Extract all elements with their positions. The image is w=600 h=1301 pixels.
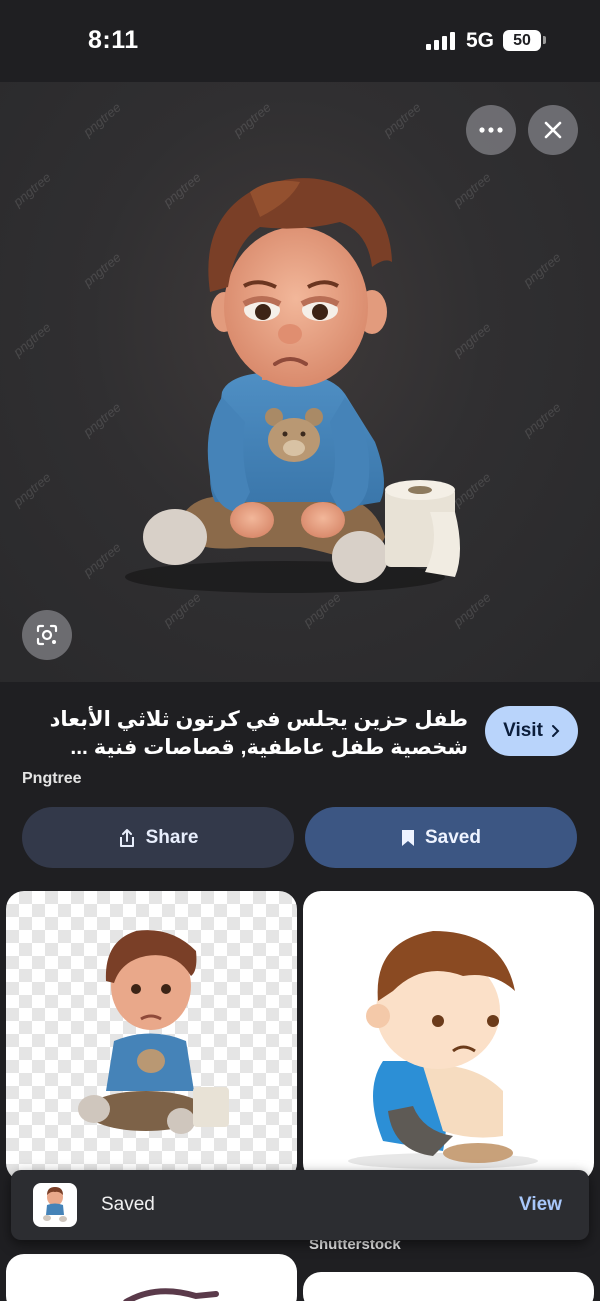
bookmark-filled-icon	[402, 829, 414, 846]
signal-icon	[426, 32, 456, 50]
result-info: طفل حزين يجلس في كرتون ثلاثي الأبعاد شخص…	[0, 682, 600, 892]
visit-button-label: Visit	[503, 720, 543, 741]
google-lens-icon	[36, 624, 58, 646]
status-time: 8:11	[88, 26, 139, 54]
close-icon	[544, 121, 562, 139]
visit-button[interactable]: Visit	[485, 706, 578, 756]
close-button[interactable]	[528, 105, 578, 155]
snackbar-label: Saved	[101, 1194, 155, 1215]
sad-boy-illustration	[125, 178, 460, 593]
related-image-3[interactable]	[6, 1254, 297, 1301]
saved-button-label: Saved	[425, 826, 481, 848]
sad-boy-transparent-thumbnail	[78, 930, 229, 1134]
share-button-label: Share	[145, 826, 199, 848]
network-type: 5G	[466, 29, 495, 52]
saved-button[interactable]: Saved	[305, 807, 577, 868]
battery-icon: 50	[503, 30, 541, 51]
result-title[interactable]: طفل حزين يجلس في كرتون ثلاثي الأبعاد شخص…	[22, 706, 468, 762]
more-horizontal-icon	[479, 127, 503, 133]
sad-boy-mini-thumbnail	[43, 1187, 67, 1222]
saved-snackbar: Saved View	[11, 1170, 589, 1240]
chevron-right-icon	[551, 725, 560, 737]
snackbar-thumbnail	[33, 1183, 77, 1227]
hero-image[interactable]: pngtree pngtree pngtree pngtree pngtree …	[0, 82, 600, 682]
related-image-3-preview	[123, 1288, 219, 1301]
share-button[interactable]: Share	[22, 807, 294, 868]
sad-boy-cartoon-thumbnail	[348, 931, 538, 1169]
more-options-button[interactable]	[466, 105, 516, 155]
snackbar-view-button[interactable]: View	[519, 1194, 562, 1216]
result-source[interactable]: Pngtree	[22, 770, 82, 788]
status-bar: 8:11 5G 50	[0, 0, 600, 82]
related-image-4[interactable]	[303, 1272, 594, 1301]
google-lens-button[interactable]	[22, 610, 72, 660]
share-icon	[119, 828, 134, 847]
battery-cap	[543, 36, 546, 44]
related-image-2[interactable]	[303, 891, 594, 1181]
related-image-1[interactable]	[6, 891, 297, 1181]
